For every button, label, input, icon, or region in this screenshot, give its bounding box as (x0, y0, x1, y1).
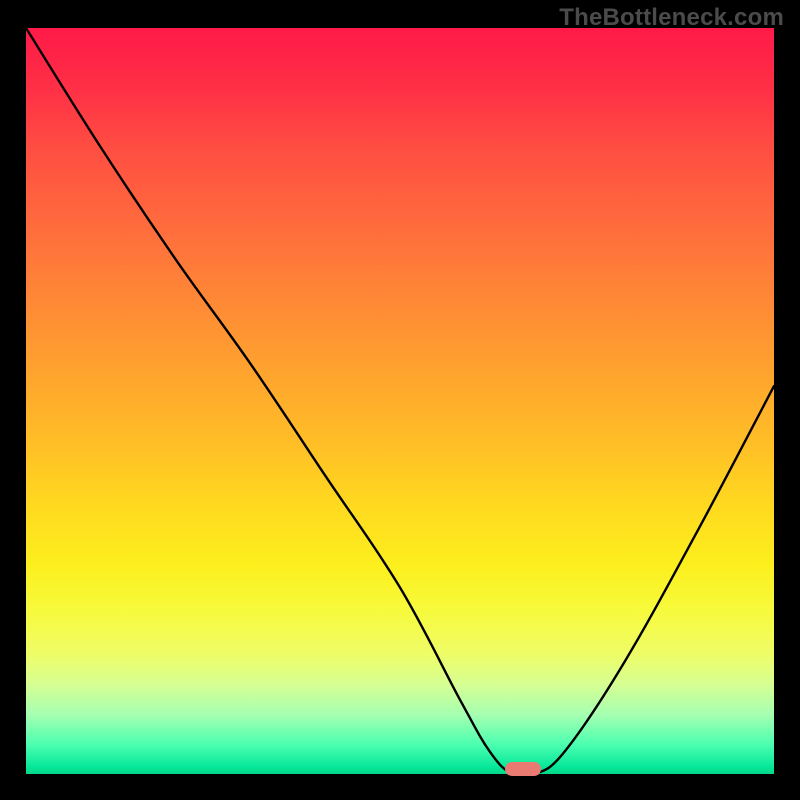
watermark-label: TheBottleneck.com (559, 4, 784, 32)
curve-layer (26, 28, 774, 774)
optimal-marker (505, 762, 541, 776)
chart-frame: TheBottleneck.com (0, 0, 800, 800)
bottleneck-curve (26, 28, 774, 774)
plot-area (26, 28, 774, 774)
